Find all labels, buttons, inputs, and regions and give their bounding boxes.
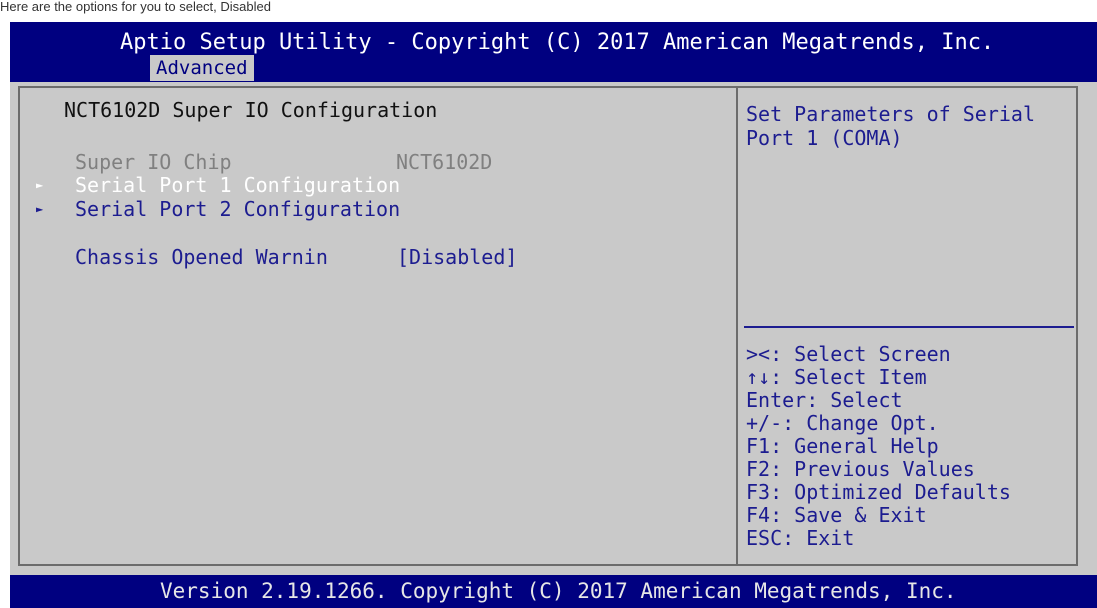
key-hint: F2: Previous Values bbox=[746, 457, 975, 481]
submenu-arrow-icon: ► bbox=[36, 178, 44, 192]
key-hint: F3: Optimized Defaults bbox=[746, 480, 1011, 504]
document-caption: Here are the options for you to select, … bbox=[0, 0, 271, 14]
window-title: Aptio Setup Utility - Copyright (C) 2017… bbox=[120, 30, 995, 55]
super-io-chip-label: Super IO Chip bbox=[75, 150, 232, 174]
main-panel: NCT6102D Super IO Configuration Super IO… bbox=[18, 86, 1078, 566]
help-text: Set Parameters of Serial Port 1 (COMA) bbox=[746, 102, 1035, 150]
tab-advanced[interactable]: Advanced bbox=[150, 55, 254, 81]
bios-screen: Aptio Setup Utility - Copyright (C) 2017… bbox=[10, 22, 1097, 608]
serial-port-2-config-item[interactable]: Serial Port 2 Configuration bbox=[75, 197, 400, 221]
help-divider bbox=[744, 326, 1074, 328]
version-text: Version 2.19.1266. Copyright (C) 2017 Am… bbox=[160, 579, 957, 603]
help-pane: Set Parameters of Serial Port 1 (COMA) >… bbox=[740, 88, 1076, 564]
chassis-opened-warning-label[interactable]: Chassis Opened Warnin bbox=[75, 245, 328, 269]
key-hint: Enter: Select bbox=[746, 388, 903, 412]
serial-port-1-config-item[interactable]: Serial Port 1 Configuration bbox=[75, 173, 400, 197]
key-hint: ><: Select Screen bbox=[746, 342, 951, 366]
super-io-chip-value: NCT6102D bbox=[396, 150, 493, 174]
footer-bar: Version 2.19.1266. Copyright (C) 2017 Am… bbox=[10, 575, 1097, 608]
title-bar: Aptio Setup Utility - Copyright (C) 2017… bbox=[10, 22, 1097, 82]
key-hint: +/-: Change Opt. bbox=[746, 411, 939, 435]
key-hint: F4: Save & Exit bbox=[746, 503, 927, 527]
submenu-arrow-icon: ► bbox=[36, 202, 44, 216]
key-hint: ESC: Exit bbox=[746, 526, 855, 550]
key-legend: ><: Select Screen ↑↓: Select Item Enter:… bbox=[746, 343, 1011, 550]
settings-pane: NCT6102D Super IO Configuration Super IO… bbox=[20, 88, 738, 564]
key-hint: F1: General Help bbox=[746, 434, 939, 458]
key-hint: ↑↓: Select Item bbox=[746, 365, 927, 389]
page-title: NCT6102D Super IO Configuration bbox=[64, 98, 438, 122]
chassis-opened-warning-value[interactable]: [Disabled] bbox=[397, 245, 517, 269]
